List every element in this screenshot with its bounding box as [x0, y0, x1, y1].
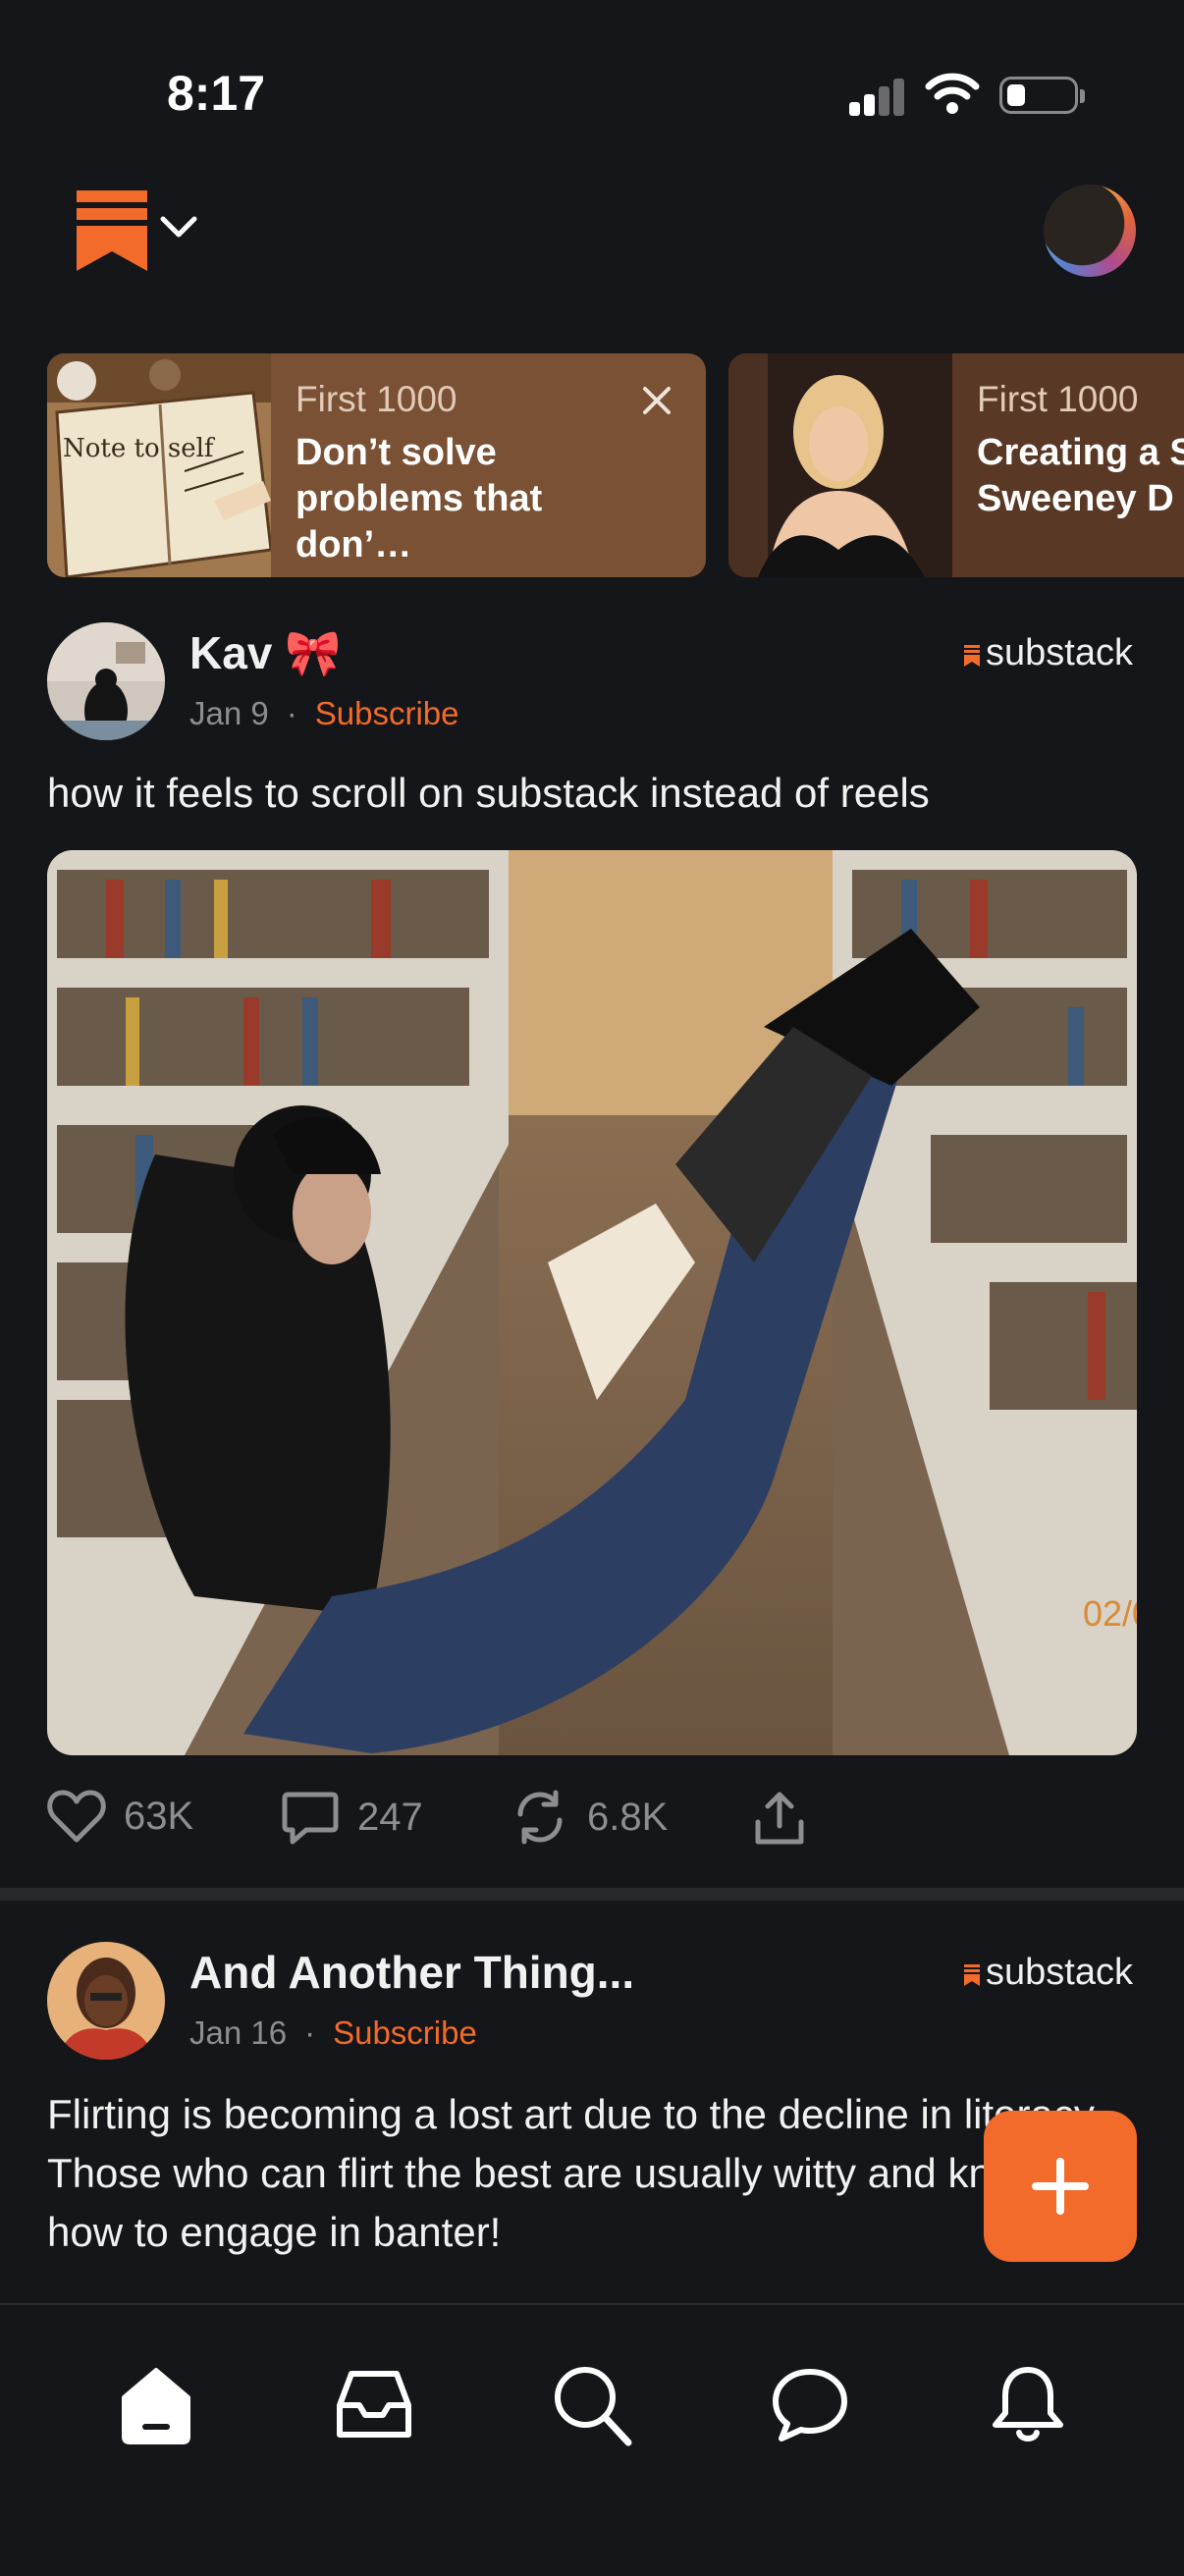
subscribe-link[interactable]: Subscribe — [315, 695, 459, 731]
tab-bar — [0, 2303, 1184, 2576]
substack-brand[interactable]: substack — [964, 632, 1133, 674]
post-date: Jan 16 — [189, 2014, 288, 2051]
story-kicker: First 1000 — [977, 379, 1139, 419]
search-icon[interactable] — [548, 2360, 636, 2448]
subscribe-link[interactable]: Subscribe — [333, 2014, 477, 2051]
inbox-icon[interactable] — [330, 2360, 418, 2448]
author-avatar[interactable] — [47, 622, 165, 740]
feed-divider — [0, 1888, 1184, 1901]
restack-count: 6.8K — [587, 1795, 669, 1839]
compose-button[interactable] — [984, 2111, 1137, 2262]
cellular-signal-icon — [849, 77, 904, 116]
post-meta: Jan 16 · Subscribe — [189, 2014, 477, 2051]
like-button[interactable]: 63K — [47, 1789, 193, 1844]
author-name[interactable]: And Another Thing... — [189, 1946, 634, 1999]
plus-icon — [1032, 2158, 1089, 2215]
close-icon[interactable] — [637, 381, 676, 420]
thumbnail-note-text: Note to self — [63, 434, 216, 463]
post-actions: 63K 247 6.8K — [47, 1789, 1137, 1857]
heart-icon — [47, 1790, 106, 1843]
post-text[interactable]: Flirting is becoming a lost art due to t… — [47, 2085, 1117, 2297]
post-meta: Jan 9 · Subscribe — [189, 695, 459, 731]
like-count: 63K — [124, 1794, 194, 1838]
substack-logo-icon[interactable] — [77, 190, 147, 271]
comment-button[interactable]: 247 — [281, 1789, 423, 1846]
restack-button[interactable]: 6.8K — [511, 1789, 668, 1846]
substack-mark-icon — [964, 645, 980, 667]
story-thumbnail — [728, 353, 952, 577]
post-date: Jan 9 — [189, 695, 269, 731]
photo-date-stamp: 02/0 — [1083, 1593, 1137, 1634]
story-card[interactable]: First 1000 Creating a S Sweeney D — [728, 353, 1184, 577]
brand-label: substack — [986, 1952, 1133, 1993]
wifi-icon — [925, 73, 980, 114]
chevron-down-icon[interactable] — [159, 214, 198, 240]
comment-count: 247 — [357, 1795, 423, 1839]
story-thumbnail: Note to self — [47, 353, 271, 577]
status-time: 8:17 — [167, 66, 266, 121]
home-icon[interactable] — [112, 2360, 200, 2448]
profile-avatar[interactable] — [1044, 185, 1136, 277]
brand-label: substack — [986, 632, 1133, 673]
substack-brand[interactable]: substack — [964, 1952, 1133, 1994]
story-kicker: First 1000 — [296, 379, 457, 419]
story-card[interactable]: Note to self First 1000 Don’t solve prob… — [47, 353, 706, 577]
post-text[interactable]: how it feels to scroll on substack inste… — [47, 764, 1137, 823]
restack-icon — [517, 1790, 563, 1845]
author-name[interactable]: Kav 🎀 — [189, 626, 341, 680]
comment-icon — [282, 1792, 339, 1845]
chat-icon[interactable] — [766, 2360, 854, 2448]
bell-icon[interactable] — [984, 2360, 1072, 2448]
story-title: Don’t solve problems that don’… — [296, 432, 543, 565]
post-image[interactable]: 02/0 — [47, 850, 1137, 1755]
share-icon — [755, 1792, 804, 1845]
story-title: Creating a S Sweeney D — [977, 432, 1184, 519]
substack-mark-icon — [964, 1964, 980, 1986]
share-button[interactable] — [750, 1789, 809, 1848]
author-avatar[interactable] — [47, 1942, 165, 2060]
battery-icon — [999, 77, 1085, 114]
